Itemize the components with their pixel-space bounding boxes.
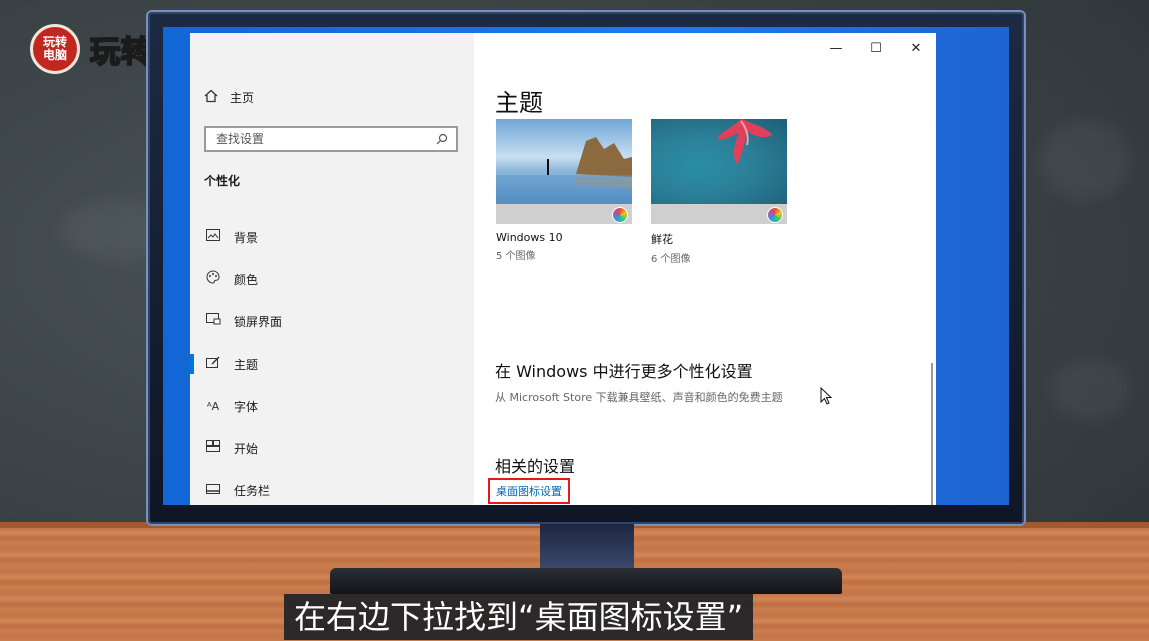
minimize-button[interactable]: — — [816, 33, 856, 63]
board-smudge — [1040, 120, 1130, 200]
more-personalization-heading: 在 Windows 中进行更多个性化设置 — [495, 362, 753, 381]
monitor-stand-neck — [540, 524, 634, 574]
sidebar-item-start[interactable]: 开始 — [190, 432, 474, 464]
theme-card-windows10[interactable]: Windows 10 5 个图像 — [496, 119, 632, 262]
theme-thumbnail-flower — [651, 119, 787, 204]
mouse-cursor-icon — [820, 386, 833, 409]
theme-name: 鲜花 — [651, 233, 673, 246]
theme-image-count: 6 个图像 — [651, 254, 691, 265]
sidebar-item-colors[interactable]: 颜色 — [190, 263, 474, 295]
section-title: 个性化 — [204, 174, 241, 188]
page-title: 主题 — [495, 89, 543, 117]
desktop-icon-settings-link[interactable]: 桌面图标设置 — [488, 478, 570, 504]
palette-icon — [204, 270, 222, 288]
sidebar-item-label: 字体 — [234, 399, 259, 414]
monitor-stand-base — [330, 568, 842, 594]
window-controls: — ☐ ✕ — [816, 33, 936, 63]
sidebar-item-fonts[interactable]: ᴬA 字体 — [190, 390, 474, 422]
scrollbar[interactable] — [931, 363, 933, 505]
sidebar-item-themes[interactable]: 主题 — [190, 348, 474, 380]
settings-sidebar: 主页 个性化 背景 颜色 — [190, 33, 474, 505]
close-button[interactable]: ✕ — [896, 33, 936, 63]
home-icon — [204, 89, 218, 106]
theme-thumbnail-beach — [496, 119, 632, 204]
start-icon — [204, 440, 222, 456]
search-icon[interactable] — [436, 130, 448, 149]
video-subtitle: 在右边下拉找到“桌面图标设置” — [284, 594, 754, 640]
nav-home[interactable]: 主页 — [204, 89, 254, 106]
theme-color-strip — [651, 204, 787, 224]
theme-color-strip — [496, 204, 632, 224]
sidebar-item-label: 锁屏界面 — [234, 314, 283, 329]
logo-badge-text: 玩转电脑 — [42, 35, 67, 62]
monitor-screen: 主页 个性化 背景 颜色 — [163, 27, 1009, 505]
more-personalization-link[interactable]: 从 Microsoft Store 下载兼具壁纸、声音和颜色的免费主题 — [495, 389, 783, 405]
nav-home-label: 主页 — [230, 91, 255, 105]
font-icon: ᴬA — [206, 399, 220, 413]
sidebar-item-label: 主题 — [234, 357, 259, 372]
settings-window: 主页 个性化 背景 颜色 — [190, 33, 936, 505]
sidebar-item-taskbar[interactable]: 任务栏 — [190, 474, 474, 505]
taskbar-icon — [204, 483, 222, 498]
related-settings-heading: 相关的设置 — [495, 457, 576, 476]
sidebar-item-label: 颜色 — [234, 272, 259, 287]
sidebar-item-label: 任务栏 — [234, 483, 271, 498]
theme-card-flowers[interactable]: 鲜花 6 个图像 — [651, 119, 787, 265]
search-input[interactable] — [214, 131, 436, 147]
sidebar-item-lock-screen[interactable]: 锁屏界面 — [190, 305, 474, 337]
lock-screen-icon — [204, 313, 222, 329]
sidebar-item-label: 背景 — [234, 230, 259, 245]
sidebar-item-label: 开始 — [234, 441, 259, 456]
sidebar-item-background[interactable]: 背景 — [190, 221, 474, 253]
picture-icon — [204, 229, 222, 245]
theme-brush-icon — [204, 356, 222, 372]
theme-image-count: 5 个图像 — [496, 251, 536, 262]
logo-badge: 玩转电脑 — [30, 24, 80, 74]
color-wheel-icon — [767, 207, 783, 223]
theme-name: Windows 10 — [496, 231, 563, 244]
search-field[interactable] — [204, 126, 458, 152]
board-smudge — [1050, 360, 1130, 420]
color-wheel-icon — [612, 207, 628, 223]
maximize-button[interactable]: ☐ — [856, 33, 896, 63]
